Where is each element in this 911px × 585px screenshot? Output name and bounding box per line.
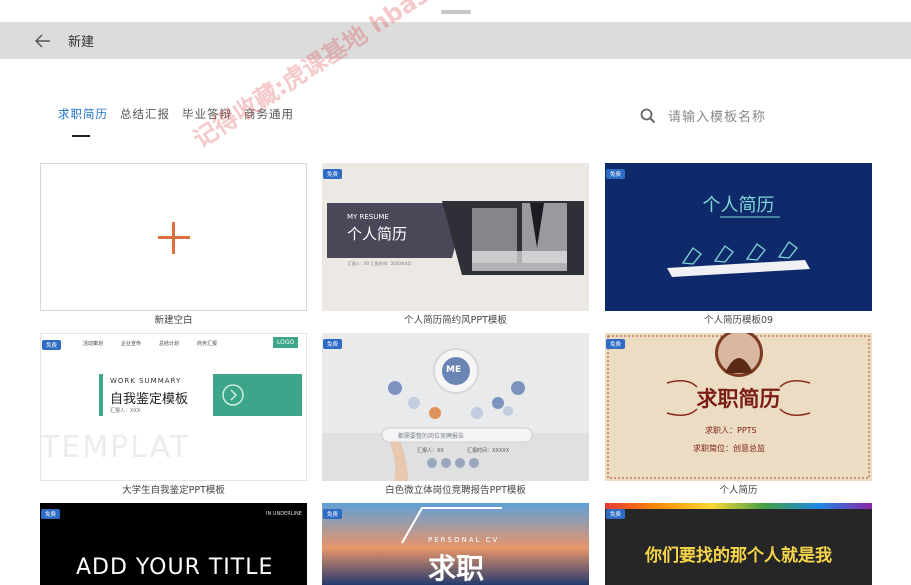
free-badge: 免费	[606, 339, 626, 349]
tab-business[interactable]: 商务通用	[244, 106, 294, 134]
free-badge: 免费	[606, 169, 626, 179]
template-title: 自我鉴定模板	[110, 392, 189, 407]
template-meta: 汇报人：XX	[417, 448, 444, 454]
free-badge: 免费	[323, 509, 343, 519]
template-meta: 汇报人：XXX	[110, 408, 141, 414]
template-title: 你们要找的那个人就是我	[645, 546, 832, 566]
template-card-blank[interactable]	[40, 163, 307, 311]
template-caption: 大学生自我鉴定PPT模板	[122, 485, 225, 496]
template-card[interactable]: 免费 PERSONAL CV 求职	[322, 503, 589, 585]
template-subtitle: 求职简位：创意总监	[693, 444, 765, 453]
template-caption: 新建空白	[154, 315, 193, 326]
template-title: 个人简历	[347, 225, 408, 243]
template-card[interactable]: 免费 个人简历	[605, 163, 872, 311]
logo-badge: LOGO	[273, 337, 299, 348]
template-caption: 白色微立体岗位竞聘报告PPT模板	[385, 485, 526, 496]
template-thumbnail	[667, 216, 810, 277]
template-subtitle: PERSONAL CV	[428, 536, 500, 544]
template-subtitle: MY RESUME	[347, 213, 389, 221]
free-badge: 免费	[41, 509, 61, 519]
free-badge: 免费	[323, 339, 343, 349]
template-card[interactable]: 免费 你们要找的那个人就是我	[605, 503, 872, 585]
back-button[interactable]	[33, 31, 53, 51]
search-placeholder: 请输入模板名称	[668, 110, 767, 125]
template-accent-bar	[99, 374, 103, 416]
template-nav: 活动策划 企业宣传 总结计划 商务汇报	[83, 341, 218, 347]
template-arrow-panel	[213, 374, 302, 416]
template-card[interactable]: 免费 求职简历 求职人：PPTS 求职简位：创意总监	[605, 333, 872, 481]
search-icon	[640, 108, 656, 123]
template-bg-text: TEMPLAT	[41, 430, 191, 465]
template-card[interactable]: 免费 汇报人：XX 汇报时间：2020年X月 MY RESUME 个人简历	[322, 163, 589, 311]
template-card[interactable]: 免费 活动策划 企业宣传 总结计划 商务汇报 LOGO WORK SUMMARY…	[40, 333, 307, 481]
template-caption: 个人简历简约风PPT模板	[404, 315, 507, 326]
template-thumbnail	[322, 348, 589, 481]
tab-summary-report[interactable]: 总结汇报	[120, 106, 170, 134]
template-subtitle: WORK SUMMARY	[110, 377, 182, 385]
page-title: 新建	[68, 35, 95, 50]
drag-handle[interactable]	[441, 10, 471, 14]
template-meta: 汇报时间：XXXXX	[467, 448, 510, 454]
template-title: 求职简历	[696, 386, 781, 411]
template-subtitle: 求职人：PPTS	[705, 426, 757, 435]
free-badge: 免费	[606, 509, 626, 519]
free-badge: 免费	[42, 340, 62, 350]
svg-text:汇报人：XX 汇报时间：2020年X月: 汇报人：XX 汇报时间：2020年X月	[348, 260, 412, 266]
template-center-label: ME	[446, 365, 462, 375]
template-card[interactable]: 免费 IN UNDERLINE ADD YOUR TITLE	[40, 503, 307, 585]
template-caption: 个人简历模板09	[703, 315, 774, 326]
arrow-left-icon	[35, 34, 50, 47]
title-bar: 新建	[0, 22, 911, 59]
free-badge: 免费	[323, 169, 343, 179]
template-title: 都需要整的岗位竞聘报告	[398, 433, 465, 440]
template-corner-text: IN UNDERLINE	[266, 511, 302, 517]
template-title: 求职	[428, 552, 485, 585]
template-title: ADD YOUR TITLE	[76, 555, 274, 580]
category-tabs: 求职简历 总结汇报 毕业答辩 商务通用	[58, 106, 294, 137]
tab-resume[interactable]: 求职简历	[58, 106, 108, 137]
rainbow-strip	[605, 503, 872, 509]
arrow-right-icon	[222, 384, 244, 406]
tab-graduation-defense[interactable]: 毕业答辩	[182, 106, 232, 134]
template-caption: 个人简历	[719, 485, 758, 496]
search-input[interactable]: 请输入模板名称	[640, 106, 766, 125]
template-card[interactable]: 免费 ME 都需要整的岗位竞聘报告 汇报人：XX 汇报时间：XXXXX	[322, 333, 589, 481]
